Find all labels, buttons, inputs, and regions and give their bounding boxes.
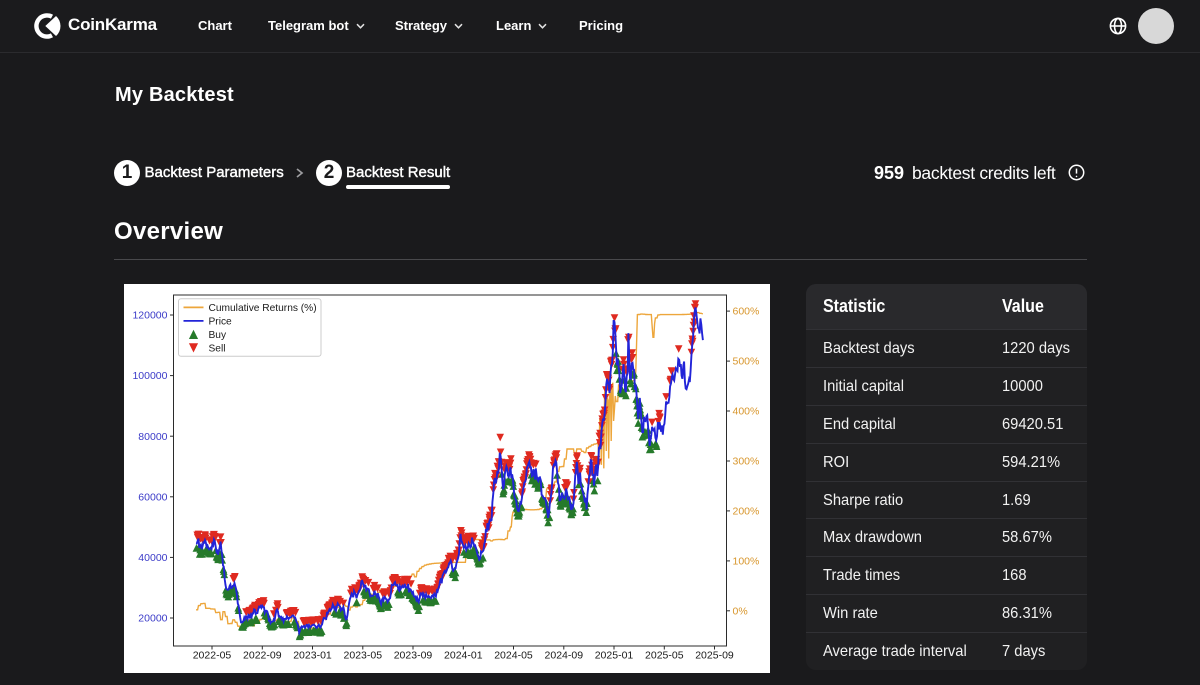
svg-text:100%: 100% bbox=[733, 556, 760, 568]
svg-text:300%: 300% bbox=[733, 456, 760, 468]
svg-text:120000: 120000 bbox=[132, 310, 167, 322]
svg-text:500%: 500% bbox=[733, 356, 760, 368]
svg-text:2025-09: 2025-09 bbox=[695, 650, 734, 662]
svg-text:Cumulative Returns (%): Cumulative Returns (%) bbox=[209, 303, 317, 314]
svg-text:2025-01: 2025-01 bbox=[595, 650, 634, 662]
svg-text:2024-09: 2024-09 bbox=[545, 650, 584, 662]
svg-text:2024-01: 2024-01 bbox=[444, 650, 483, 662]
svg-text:600%: 600% bbox=[733, 306, 760, 318]
svg-text:2022-05: 2022-05 bbox=[193, 650, 232, 662]
svg-text:200%: 200% bbox=[733, 506, 760, 518]
svg-text:80000: 80000 bbox=[138, 431, 167, 443]
svg-text:20000: 20000 bbox=[138, 613, 167, 625]
svg-text:Price: Price bbox=[209, 316, 233, 327]
svg-text:100000: 100000 bbox=[132, 370, 167, 382]
svg-text:60000: 60000 bbox=[138, 491, 167, 503]
svg-text:Sell: Sell bbox=[209, 343, 226, 354]
svg-text:2025-05: 2025-05 bbox=[645, 650, 684, 662]
svg-text:2023-05: 2023-05 bbox=[344, 650, 383, 662]
svg-text:Buy: Buy bbox=[209, 330, 227, 341]
svg-text:400%: 400% bbox=[733, 406, 760, 418]
svg-text:2023-01: 2023-01 bbox=[293, 650, 332, 662]
svg-text:40000: 40000 bbox=[138, 552, 167, 564]
svg-text:2023-09: 2023-09 bbox=[394, 650, 433, 662]
svg-text:0%: 0% bbox=[733, 605, 748, 617]
svg-text:2022-09: 2022-09 bbox=[243, 650, 282, 662]
svg-text:2024-05: 2024-05 bbox=[494, 650, 533, 662]
